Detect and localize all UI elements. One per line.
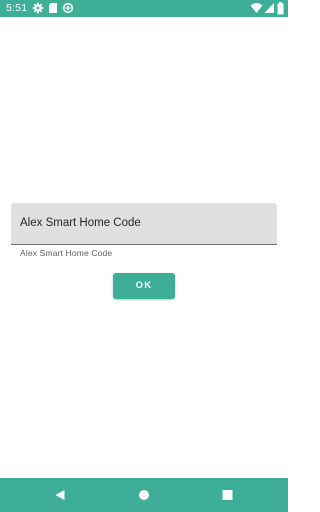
recents-icon[interactable] (222, 489, 233, 501)
gear-icon (32, 2, 44, 14)
signal-icon (264, 3, 274, 13)
battery-icon (277, 2, 284, 15)
code-input-field[interactable]: Alex Smart Home Code (11, 203, 277, 245)
code-input-value[interactable]: Alex Smart Home Code (20, 217, 141, 229)
wifi-icon (250, 3, 263, 13)
status-time: 5:51 (6, 2, 28, 14)
status-bar: 5:51 (0, 0, 288, 17)
main-content: Alex Smart Home Code Alex Smart Home Cod… (0, 17, 288, 478)
back-icon[interactable] (54, 489, 66, 501)
home-icon[interactable] (138, 489, 150, 501)
sd-card-icon (49, 3, 57, 13)
data-saver-icon (62, 2, 74, 14)
navigation-bar (0, 478, 288, 512)
ok-button[interactable]: OK (113, 273, 175, 299)
code-helper-text: Alex Smart Home Code (20, 248, 113, 258)
